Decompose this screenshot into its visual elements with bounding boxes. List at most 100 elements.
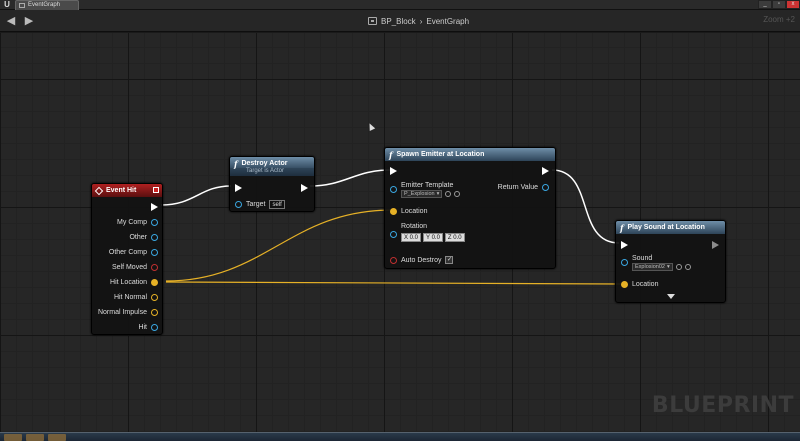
destroy-actor-subtitle: Target is Actor [230, 168, 314, 176]
pin-label: Location [632, 280, 659, 288]
event-hit-header[interactable]: Event Hit [92, 184, 162, 197]
event-hit-node[interactable]: Event Hit My Comp Other Other Comp Self … [91, 183, 163, 335]
pin-label: Sound [632, 255, 653, 262]
exec-in-pin[interactable] [621, 240, 628, 250]
pin-label: Hit Location [110, 278, 147, 286]
exec-pin-icon[interactable] [390, 167, 397, 175]
browse-icon[interactable] [684, 264, 691, 270]
chevron-down-icon: ▾ [666, 264, 670, 270]
rotator-pin-icon[interactable] [390, 231, 397, 238]
object-pin-icon[interactable] [542, 183, 549, 191]
bool-pin-icon[interactable] [390, 256, 397, 264]
breadcrumb-separator: › [419, 16, 423, 26]
pin-self-moved[interactable]: Self Moved [112, 262, 158, 272]
spawn-emitter-node[interactable]: f Spawn Emitter at Location Emitter Temp… [384, 147, 556, 269]
title-bar: U EventGraph _ ▫ x [0, 0, 800, 10]
spawn-emitter-header[interactable]: f Spawn Emitter at Location [385, 148, 555, 161]
emitter-template-dropdown[interactable]: P_Explosion ▾ [401, 190, 443, 198]
object-pin-icon[interactable] [151, 218, 158, 226]
taskbar-app-icon[interactable] [26, 434, 44, 441]
vector-pin-icon[interactable] [151, 293, 158, 301]
rotation-y-field[interactable]: Y 0.0 [423, 233, 443, 242]
pin-rotation[interactable]: Rotation X 0.0 Y 0.0 Z 0.0 [390, 223, 465, 245]
delegate-pin-icon[interactable] [153, 187, 159, 193]
bool-pin-icon[interactable] [151, 263, 158, 271]
use-selected-icon[interactable] [675, 264, 682, 270]
play-sound-title: Play Sound at Location [627, 224, 705, 231]
object-pin-icon[interactable] [151, 233, 158, 241]
object-pin-icon[interactable] [390, 186, 397, 193]
pin-label: Other Comp [108, 248, 147, 256]
pin-label: Other [129, 233, 147, 241]
back-arrow-icon[interactable]: ◀ [4, 14, 18, 28]
breadcrumb: BP_Block › EventGraph [368, 15, 469, 27]
pin-normal-impulse[interactable]: Normal Impulse [98, 307, 158, 317]
object-pin-icon[interactable] [151, 248, 158, 256]
pin-label: Self Moved [111, 263, 147, 271]
vector-pin-icon[interactable] [390, 207, 397, 215]
destroy-actor-title: Destroy Actor [241, 160, 288, 167]
rotation-fields: X 0.0 Y 0.0 Z 0.0 [401, 233, 465, 242]
rotation-x-field[interactable]: X 0.0 [401, 233, 422, 242]
vector-pin-icon[interactable] [151, 278, 158, 286]
pin-label: Target [246, 200, 266, 208]
exec-in-pin[interactable] [390, 166, 397, 176]
sound-dropdown[interactable]: Explosion02 ▾ [632, 263, 673, 271]
rotation-z-field[interactable]: Z 0.0 [444, 233, 465, 242]
pin-other-comp[interactable]: Other Comp [109, 247, 158, 257]
browse-icon[interactable] [454, 191, 461, 197]
pin-return-value[interactable]: Return Value [498, 182, 549, 192]
pin-emitter-template[interactable]: Emitter Template P_Explosion ▾ [390, 182, 461, 198]
exec-pin-icon[interactable] [235, 184, 242, 192]
breadcrumb-blueprint[interactable]: BP_Block [381, 17, 416, 26]
play-sound-header[interactable]: f Play Sound at Location [616, 221, 725, 234]
maximize-button[interactable]: ▫ [772, 0, 786, 9]
exec-pin-icon[interactable] [301, 184, 308, 192]
pin-label: Emitter Template [401, 182, 454, 189]
exec-pin-icon[interactable] [621, 241, 628, 249]
auto-destroy-checkbox[interactable]: ✓ [445, 256, 454, 264]
exec-in-pin[interactable] [235, 183, 242, 193]
taskbar-app-icon[interactable] [4, 434, 22, 441]
vector-pin-icon[interactable] [621, 280, 628, 288]
tab-eventgraph[interactable]: EventGraph [15, 0, 79, 10]
exec-out-pin[interactable] [151, 202, 158, 212]
pin-target[interactable]: Target self [235, 199, 285, 209]
unreal-logo: U [4, 0, 10, 9]
pin-location[interactable]: Location [621, 279, 658, 289]
pin-hit-normal[interactable]: Hit Normal [114, 292, 158, 302]
pin-hit[interactable]: Hit [138, 322, 158, 332]
minimize-button[interactable]: _ [758, 0, 772, 9]
pin-sound[interactable]: Sound Explosion02 ▾ [621, 255, 691, 271]
pin-label: Return Value [497, 183, 538, 191]
exec-pin-icon[interactable] [542, 167, 549, 175]
exec-out-pin[interactable] [301, 183, 308, 193]
pin-location[interactable]: Location [390, 206, 427, 216]
pin-my-comp[interactable]: My Comp [117, 217, 158, 227]
forward-arrow-icon[interactable]: ▶ [22, 14, 36, 28]
expand-advanced-icon[interactable] [667, 294, 675, 299]
vector-pin-icon[interactable] [151, 308, 158, 316]
chevron-down-icon: ▾ [436, 191, 440, 197]
target-value[interactable]: self [269, 199, 285, 209]
exec-pin-icon[interactable] [151, 203, 158, 211]
destroy-actor-node[interactable]: f Destroy Actor Target is Actor Target s… [229, 156, 315, 212]
exec-out-pin[interactable] [542, 166, 549, 176]
object-pin-icon[interactable] [235, 200, 242, 208]
close-button[interactable]: x [786, 0, 800, 9]
pin-hit-location[interactable]: Hit Location [110, 277, 158, 287]
pin-auto-destroy[interactable]: Auto Destroy ✓ [390, 255, 454, 265]
object-pin-icon[interactable] [621, 259, 628, 266]
use-selected-icon[interactable] [445, 191, 452, 197]
pin-other[interactable]: Other [129, 232, 158, 242]
struct-pin-icon[interactable] [151, 323, 158, 331]
taskbar-app-icon[interactable] [48, 434, 66, 441]
sound-value: Explosion02 [635, 264, 665, 270]
exec-out-pin[interactable] [712, 240, 719, 250]
exec-pin-icon[interactable] [712, 241, 719, 249]
pin-label: Normal Impulse [97, 308, 147, 316]
blueprint-watermark: BLUEPRINT [651, 393, 794, 418]
breadcrumb-graph[interactable]: EventGraph [426, 17, 469, 26]
play-sound-node[interactable]: f Play Sound at Location Sound Explosion… [615, 220, 726, 303]
event-hit-title: Event Hit [106, 187, 137, 194]
